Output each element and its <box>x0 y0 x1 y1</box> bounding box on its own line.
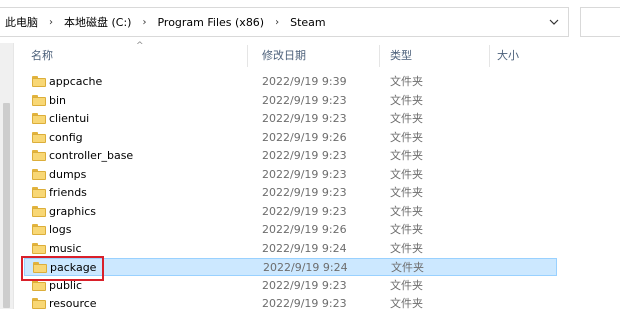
file-type: 文件夹 <box>390 223 423 236</box>
folder-icon <box>32 205 46 217</box>
list-item[interactable]: clientui 2022/9/19 9:23 文件夹 <box>24 110 557 128</box>
column-divider[interactable] <box>489 45 490 67</box>
file-date: 2022/9/19 9:23 <box>262 204 347 218</box>
file-date: 2022/9/19 9:23 <box>262 149 347 162</box>
list-item[interactable]: resource 2022/9/19 9:23 文件夹 <box>24 295 557 313</box>
file-date: 2022/9/19 9:23 <box>262 186 347 199</box>
column-divider[interactable] <box>379 45 380 67</box>
address-dropdown-button[interactable] <box>540 7 569 37</box>
column-header: 名称 修改日期 类型 大小 <box>14 43 620 69</box>
file-type: 文件夹 <box>391 261 424 274</box>
folder-icon <box>32 94 46 106</box>
file-type: 文件夹 <box>390 241 423 255</box>
file-date: 2022/9/19 9:39 <box>262 75 347 88</box>
folder-icon <box>32 131 46 143</box>
chevron-right-icon[interactable]: › <box>134 17 154 28</box>
list-item[interactable]: config 2022/9/19 9:26 文件夹 <box>24 129 557 147</box>
list-item[interactable]: dumps 2022/9/19 9:23 文件夹 <box>24 166 557 184</box>
breadcrumb-this-pc[interactable]: 此电脑 <box>0 14 41 30</box>
list-item[interactable]: bin 2022/9/19 9:23 文件夹 <box>24 92 557 110</box>
file-name: config <box>49 130 83 144</box>
file-date: 2022/9/19 9:23 <box>262 278 347 292</box>
file-type: 文件夹 <box>390 204 423 218</box>
breadcrumb-steam[interactable]: Steam <box>287 16 329 29</box>
chevron-right-icon[interactable]: › <box>41 17 61 28</box>
file-type: 文件夹 <box>390 130 423 144</box>
file-name: dumps <box>49 167 87 181</box>
file-name: package <box>50 261 97 274</box>
search-input[interactable] <box>580 7 620 37</box>
file-name: appcache <box>49 75 103 88</box>
folder-icon <box>32 242 46 254</box>
file-type: 文件夹 <box>390 93 423 107</box>
column-name[interactable]: 名称 <box>31 43 53 69</box>
folder-icon <box>32 187 46 198</box>
list-item[interactable]: music 2022/9/19 9:24 文件夹 <box>24 240 557 258</box>
column-date[interactable]: 修改日期 <box>262 43 306 69</box>
file-date: 2022/9/19 9:23 <box>262 112 347 125</box>
file-type: 文件夹 <box>390 75 423 88</box>
list-item[interactable]: public 2022/9/19 9:23 文件夹 <box>24 277 557 295</box>
file-date: 2022/9/19 9:26 <box>262 130 347 144</box>
chevron-right-icon[interactable]: › <box>267 17 287 28</box>
folder-icon <box>32 298 46 309</box>
column-size[interactable]: 大小 <box>497 43 519 69</box>
file-type: 文件夹 <box>390 278 423 292</box>
folder-icon <box>32 279 46 291</box>
file-name: graphics <box>49 204 97 218</box>
navigation-pane-scrollbar[interactable] <box>0 43 14 309</box>
folder-icon <box>32 150 46 161</box>
file-type: 文件夹 <box>390 112 423 125</box>
column-type[interactable]: 类型 <box>390 43 412 69</box>
file-name: public <box>49 278 83 292</box>
scrollbar-thumb[interactable] <box>3 103 10 308</box>
file-type: 文件夹 <box>390 186 423 199</box>
breadcrumb-program-files[interactable]: Program Files (x86) <box>154 16 267 29</box>
file-date: 2022/9/19 9:23 <box>262 167 347 181</box>
file-name: resource <box>49 297 97 310</box>
file-name: music <box>49 241 82 255</box>
file-name: friends <box>49 186 87 199</box>
list-item[interactable]: graphics 2022/9/19 9:23 文件夹 <box>24 203 557 221</box>
folder-icon <box>33 262 47 273</box>
folder-icon <box>32 224 46 235</box>
list-item[interactable]: appcache 2022/9/19 9:39 文件夹 <box>24 73 557 91</box>
file-name: bin <box>49 93 67 107</box>
file-name: controller_base <box>49 149 134 162</box>
file-type: 文件夹 <box>390 149 423 162</box>
file-date: 2022/9/19 9:24 <box>262 241 347 255</box>
file-name: clientui <box>49 112 90 125</box>
list-item[interactable]: controller_base 2022/9/19 9:23 文件夹 <box>24 147 557 165</box>
file-date: 2022/9/19 9:23 <box>262 297 347 310</box>
list-item[interactable]: friends 2022/9/19 9:23 文件夹 <box>24 184 557 202</box>
file-type: 文件夹 <box>390 297 423 310</box>
folder-icon <box>32 113 46 124</box>
breadcrumb-local-disk[interactable]: 本地磁盘 (C:) <box>61 14 134 30</box>
folder-icon <box>32 76 46 87</box>
address-bar[interactable]: 此电脑 › 本地磁盘 (C:) › Program Files (x86) › … <box>0 7 540 37</box>
file-date: 2022/9/19 9:23 <box>262 93 347 107</box>
column-divider[interactable] <box>247 45 248 67</box>
file-name: logs <box>49 223 72 236</box>
file-date: 2022/9/19 9:26 <box>262 223 347 236</box>
chevron-down-icon <box>549 19 559 25</box>
file-date: 2022/9/19 9:24 <box>263 261 348 274</box>
folder-icon <box>32 168 46 180</box>
list-item[interactable]: logs 2022/9/19 9:26 文件夹 <box>24 221 557 239</box>
file-type: 文件夹 <box>390 167 423 181</box>
list-item-selected[interactable]: package 2022/9/19 9:24 文件夹 <box>24 258 557 276</box>
